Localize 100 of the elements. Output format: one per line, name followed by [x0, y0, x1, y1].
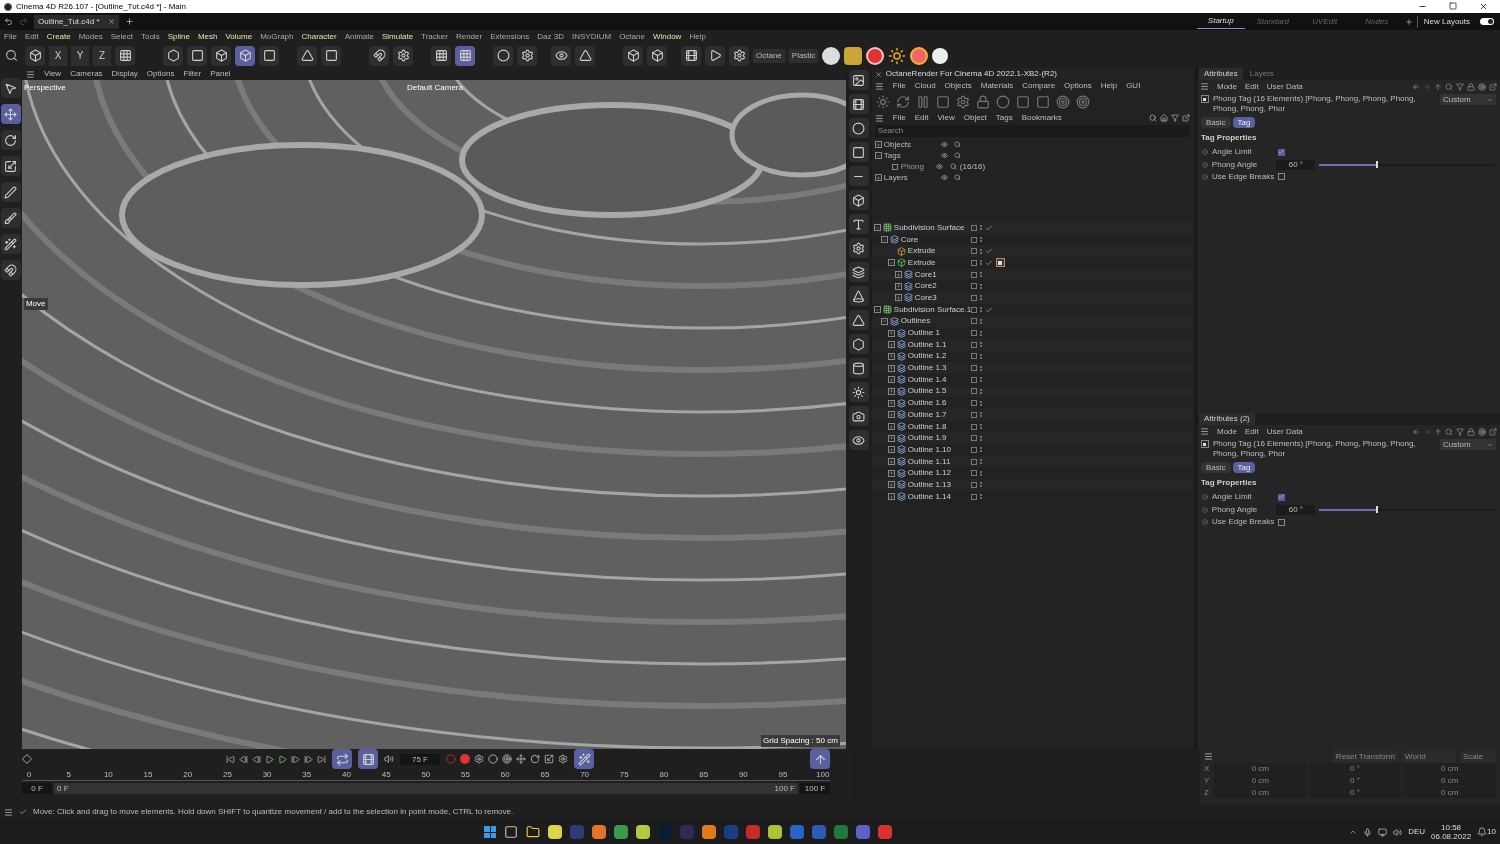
eye-icon[interactable]	[940, 152, 948, 159]
previous-key-icon[interactable]	[239, 754, 248, 764]
menu-item[interactable]: Filter	[183, 68, 202, 80]
expand-icon[interactable]	[887, 469, 895, 477]
menu-item[interactable]: Panel	[210, 68, 231, 80]
menu-item[interactable]: Character	[301, 30, 337, 43]
toggle-switch[interactable]	[1480, 18, 1494, 25]
slider-handle[interactable]	[1375, 161, 1378, 169]
tree-row[interactable]: Outline 1.2	[871, 350, 1193, 363]
coordinate-field[interactable]: 0 cm	[1214, 775, 1307, 786]
menu-item[interactable]: Tools	[140, 30, 160, 43]
task-view-icon[interactable]	[504, 825, 518, 839]
back-icon[interactable]	[1412, 427, 1420, 436]
slider-fill[interactable]	[1319, 163, 1376, 166]
keyframe-icon[interactable]	[22, 754, 32, 764]
wand-icon[interactable]	[574, 749, 594, 769]
expand-icon[interactable]	[887, 481, 895, 489]
material-button[interactable]: Plastic	[788, 48, 819, 63]
add-layout-icon[interactable]	[1404, 17, 1413, 26]
tree-row[interactable]: Outline 1.12	[871, 467, 1193, 480]
menu-item[interactable]: Options	[146, 68, 175, 80]
expand-icon[interactable]	[887, 399, 895, 407]
up-icon[interactable]	[1434, 82, 1442, 91]
menu-item[interactable]: Simulate	[382, 30, 414, 43]
menu-item[interactable]: Cameras	[70, 68, 103, 80]
light-icon[interactable]	[848, 382, 869, 402]
back-icon[interactable]	[1412, 82, 1420, 91]
next-frame-icon[interactable]	[291, 754, 300, 764]
lock-icon[interactable]	[975, 95, 990, 109]
menu-item[interactable]: Mesh	[197, 30, 218, 43]
document-tab[interactable]: Outline_Tut.c4d *	[34, 14, 119, 29]
new-window-icon[interactable]	[1489, 427, 1497, 436]
menu-item[interactable]: Cloud	[914, 80, 936, 92]
cube-icon[interactable]	[235, 45, 255, 66]
frame-field[interactable]: 75 F	[400, 753, 440, 765]
menu-item[interactable]: Help	[1100, 80, 1118, 92]
menu-item[interactable]: Octane	[619, 30, 645, 43]
menu-item[interactable]: Materials	[980, 80, 1014, 92]
coordinate-field[interactable]: 0 °	[1308, 775, 1402, 786]
target-icon[interactable]	[502, 754, 512, 764]
menu-item[interactable]: Options	[1064, 80, 1092, 92]
tree-row[interactable]: Outline 1.6	[871, 397, 1193, 409]
search-icon[interactable]	[1149, 114, 1157, 122]
enabled-check-icon[interactable]	[984, 223, 993, 232]
play-icon[interactable]	[265, 754, 274, 764]
object-name[interactable]: Outline 1.3	[907, 364, 947, 373]
menu-item[interactable]: Select	[110, 30, 133, 43]
microphone-icon[interactable]	[1363, 827, 1373, 837]
menu-item[interactable]: File	[892, 80, 906, 92]
menu-item[interactable]: Animate	[344, 30, 374, 43]
object-name[interactable]: Outline 1.6	[907, 399, 947, 408]
loop-icon[interactable]	[332, 749, 352, 769]
object-name[interactable]: Outlines	[900, 317, 931, 326]
new-layouts-button[interactable]: New Layouts	[1416, 15, 1476, 28]
grid-lock-icon[interactable]	[455, 45, 475, 66]
preset-dropdown[interactable]: Custom	[1440, 439, 1496, 451]
search-icon[interactable]	[953, 141, 961, 148]
filter-name[interactable]: Tags	[883, 149, 939, 162]
eye-icon[interactable]	[848, 430, 869, 450]
last-frame-icon[interactable]	[317, 754, 326, 764]
menu-item[interactable]: Create	[46, 30, 71, 43]
cone-icon[interactable]	[848, 286, 869, 306]
scale-icon[interactable]	[0, 156, 21, 176]
search-field[interactable]: Search	[874, 125, 1190, 137]
menu-item[interactable]: Window	[652, 30, 682, 43]
notification-icon[interactable]	[1477, 827, 1488, 837]
filter-name[interactable]: Phong	[900, 160, 933, 173]
tree-row[interactable]: Outline 1.8	[871, 420, 1193, 433]
tree-row[interactable]: Core	[871, 233, 1193, 246]
network-icon[interactable]	[1378, 827, 1388, 837]
expand-icon[interactable]	[887, 329, 895, 337]
object-name[interactable]: Outline 1.2	[907, 352, 947, 361]
menu-item[interactable]: Mode	[1217, 80, 1237, 93]
expand-icon[interactable]	[887, 352, 895, 360]
menu-icon[interactable]	[25, 69, 35, 79]
filter-icon[interactable]	[1456, 427, 1464, 436]
expand-icon[interactable]	[887, 364, 895, 372]
search-icon[interactable]	[953, 152, 961, 159]
menu-icon[interactable]	[1200, 82, 1209, 91]
cube-icon[interactable]	[211, 45, 231, 66]
object-name[interactable]: Subdivision Surface.1	[893, 305, 972, 314]
coordinate-field[interactable]: 0 cm	[1214, 787, 1307, 798]
grid-icon[interactable]	[431, 45, 451, 66]
scale-icon[interactable]	[544, 754, 554, 764]
menu-item[interactable]: View	[937, 112, 955, 124]
square-icon[interactable]	[321, 45, 341, 66]
tree-row[interactable]: Outline 1.13	[871, 479, 1193, 491]
object-name[interactable]: Outline 1.4	[907, 375, 947, 384]
menu-item[interactable]: User Data	[1266, 425, 1303, 438]
gear-icon[interactable]	[517, 45, 537, 66]
tree-row[interactable]: Outlines	[871, 315, 1193, 328]
object-name[interactable]: Extrude	[907, 258, 936, 267]
axis-button[interactable]: X	[49, 45, 67, 66]
menu-icon[interactable]	[4, 807, 13, 817]
object-name[interactable]: Subdivision Surface	[893, 223, 965, 232]
object-name[interactable]: Core3	[914, 293, 937, 302]
coordinate-field[interactable]: 0 cm	[1403, 763, 1496, 774]
menu-icon[interactable]	[874, 81, 884, 91]
menu-item[interactable]: Daz 3D	[537, 30, 564, 43]
gear-icon[interactable]	[729, 45, 749, 66]
